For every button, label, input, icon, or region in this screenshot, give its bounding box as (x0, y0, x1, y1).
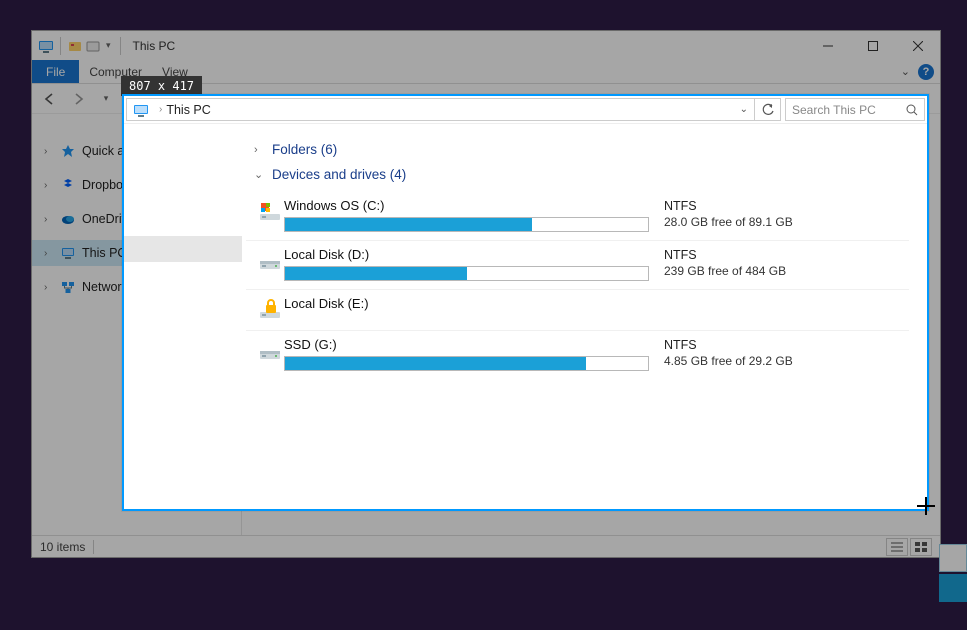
drive-item[interactable]: SSD (G:)NTFS 4.85 GB free of 29.2 GB (246, 331, 909, 379)
refresh-button[interactable] (755, 98, 781, 121)
title-bar: ▾ This PC (32, 31, 940, 60)
expand-icon[interactable]: › (44, 214, 54, 225)
folder-properties-icon[interactable] (67, 38, 83, 54)
qat-dropdown-icon[interactable]: ▾ (103, 40, 114, 51)
close-button[interactable] (895, 31, 940, 60)
pc-icon (38, 38, 54, 54)
maximize-button[interactable] (850, 31, 895, 60)
drive-filesystem: NTFS (664, 199, 844, 213)
drive-icon (256, 247, 284, 273)
pc-icon (60, 245, 76, 261)
chevron-right-icon: › (254, 144, 266, 156)
stray-box (939, 574, 967, 602)
drive-name: Local Disk (D:) (284, 247, 664, 262)
chevron-down-icon: ⌄ (254, 168, 266, 181)
details-view-button[interactable] (886, 538, 908, 556)
forward-button[interactable] (66, 87, 90, 111)
pc-icon (131, 100, 151, 120)
inner-sidebar-stub (124, 124, 242, 509)
drive-free-text: 28.0 GB free of 89.1 GB (664, 215, 844, 229)
drive-info: NTFS 4.85 GB free of 29.2 GB (664, 337, 844, 368)
window-title: This PC (133, 39, 176, 53)
drive-item[interactable]: Windows OS (C:)NTFS 28.0 GB free of 89.1 … (246, 192, 909, 241)
help-icon[interactable]: ? (918, 64, 934, 80)
address-bar[interactable]: › This PC ⌄ (126, 98, 755, 121)
drive-free-text: 4.85 GB free of 29.2 GB (664, 354, 844, 368)
icons-view-button[interactable] (910, 538, 932, 556)
section-label: Folders (6) (272, 142, 337, 157)
drive-name: Local Disk (E:) (284, 296, 664, 311)
content-pane[interactable]: › Folders (6) ⌄ Devices and drives (4) W… (242, 124, 927, 509)
recent-dropdown-icon[interactable]: ▾ (94, 87, 118, 111)
drive-icon (256, 337, 284, 363)
section-label: Devices and drives (4) (272, 167, 406, 182)
snip-selection: › This PC ⌄ Search This PC › Folders (6)… (122, 94, 929, 511)
status-bar: 10 items (32, 535, 940, 557)
search-input[interactable]: Search This PC (785, 98, 925, 121)
drive-name: SSD (G:) (284, 337, 664, 352)
expand-icon[interactable]: › (44, 282, 54, 293)
dropbox-icon (60, 177, 76, 193)
expand-icon[interactable]: › (44, 180, 54, 191)
search-placeholder: Search This PC (792, 103, 876, 117)
expand-icon[interactable]: › (44, 248, 54, 259)
drive-icon (256, 198, 284, 224)
new-folder-icon[interactable] (85, 38, 101, 54)
drive-icon (256, 296, 284, 322)
address-dropdown-icon[interactable]: ⌄ (734, 104, 754, 115)
crop-cursor-icon (917, 497, 935, 515)
section-folders[interactable]: › Folders (6) (254, 142, 909, 157)
minimize-button[interactable] (805, 31, 850, 60)
breadcrumb-location[interactable]: This PC (166, 103, 210, 117)
status-item-count: 10 items (40, 540, 85, 554)
drive-usage-bar (284, 356, 649, 371)
chevron-right-icon[interactable]: › (159, 104, 162, 115)
expand-icon[interactable]: › (44, 146, 54, 157)
drive-name: Windows OS (C:) (284, 198, 664, 213)
drive-filesystem: NTFS (664, 248, 844, 262)
network-icon (60, 279, 76, 295)
search-icon (906, 104, 918, 116)
drive-free-text: 239 GB free of 484 GB (664, 264, 844, 278)
drive-usage-bar (284, 217, 649, 232)
drive-filesystem: NTFS (664, 338, 844, 352)
file-tab[interactable]: File (32, 60, 79, 83)
stray-box (939, 544, 967, 572)
address-search-row: › This PC ⌄ Search This PC (124, 96, 927, 124)
drive-info: NTFS 239 GB free of 484 GB (664, 247, 844, 278)
drive-item[interactable]: Local Disk (E:) (246, 290, 909, 331)
sidebar-selection-highlight (124, 236, 242, 262)
snip-dimension-badge: 807 x 417 (121, 76, 202, 96)
sidebar-item-label: This PC (82, 246, 126, 260)
onedrive-icon (60, 211, 76, 227)
back-button[interactable] (38, 87, 62, 111)
drive-usage-bar (284, 266, 649, 281)
section-drives[interactable]: ⌄ Devices and drives (4) (254, 167, 909, 182)
drive-item[interactable]: Local Disk (D:)NTFS 239 GB free of 484 GB (246, 241, 909, 290)
drive-info: NTFS 28.0 GB free of 89.1 GB (664, 198, 844, 229)
star-icon (60, 143, 76, 159)
ribbon-collapse-icon[interactable]: ⌄ (901, 65, 910, 78)
sidebar-item-label: Network (82, 280, 128, 294)
